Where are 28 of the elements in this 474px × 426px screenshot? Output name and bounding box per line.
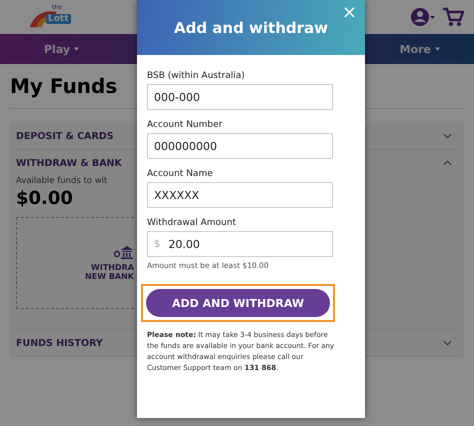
cart-icon[interactable] — [442, 7, 464, 27]
funds-amount: $0.00 — [16, 188, 73, 209]
logo-text: Lott — [46, 14, 71, 24]
field-label: BSB (within Australia) — [147, 71, 246, 81]
field-label: Withdrawal Amount — [147, 218, 237, 228]
bank-icon — [114, 245, 134, 259]
chevron-down-icon[interactable] — [443, 133, 452, 139]
nav-menu[interactable]: More — [398, 40, 442, 58]
input-field[interactable]: $ 20.00 — [147, 231, 333, 257]
card-label: NEW BANK — [85, 272, 134, 281]
caret-icon — [435, 47, 440, 51]
nav-menu[interactable]: Play — [42, 40, 82, 58]
field-label: Account Name — [147, 169, 214, 179]
add-and-withdraw-button[interactable]: ADD AND WITHDRAW — [146, 289, 330, 317]
chevron-up-icon[interactable] — [443, 160, 452, 166]
account-icon[interactable] — [410, 7, 436, 27]
available-funds-label: Available funds to wit — [16, 176, 108, 186]
close-button[interactable]: × — [338, 4, 361, 22]
add-bank-card[interactable]: WITHDRA NEW BANK — [16, 217, 134, 309]
input-field[interactable]: XXXXXX — [147, 182, 333, 208]
input-field[interactable]: 000000000 — [147, 133, 333, 159]
chevron-down-icon[interactable] — [443, 340, 452, 346]
field-label: Account Number — [147, 120, 224, 130]
card-label: WITHDRA — [91, 263, 134, 272]
input-field[interactable]: 000-000 — [147, 84, 333, 110]
modal-title: Add and withdraw — [174, 18, 328, 36]
caret-icon — [74, 47, 80, 51]
currency-prefix: $ — [154, 238, 160, 250]
